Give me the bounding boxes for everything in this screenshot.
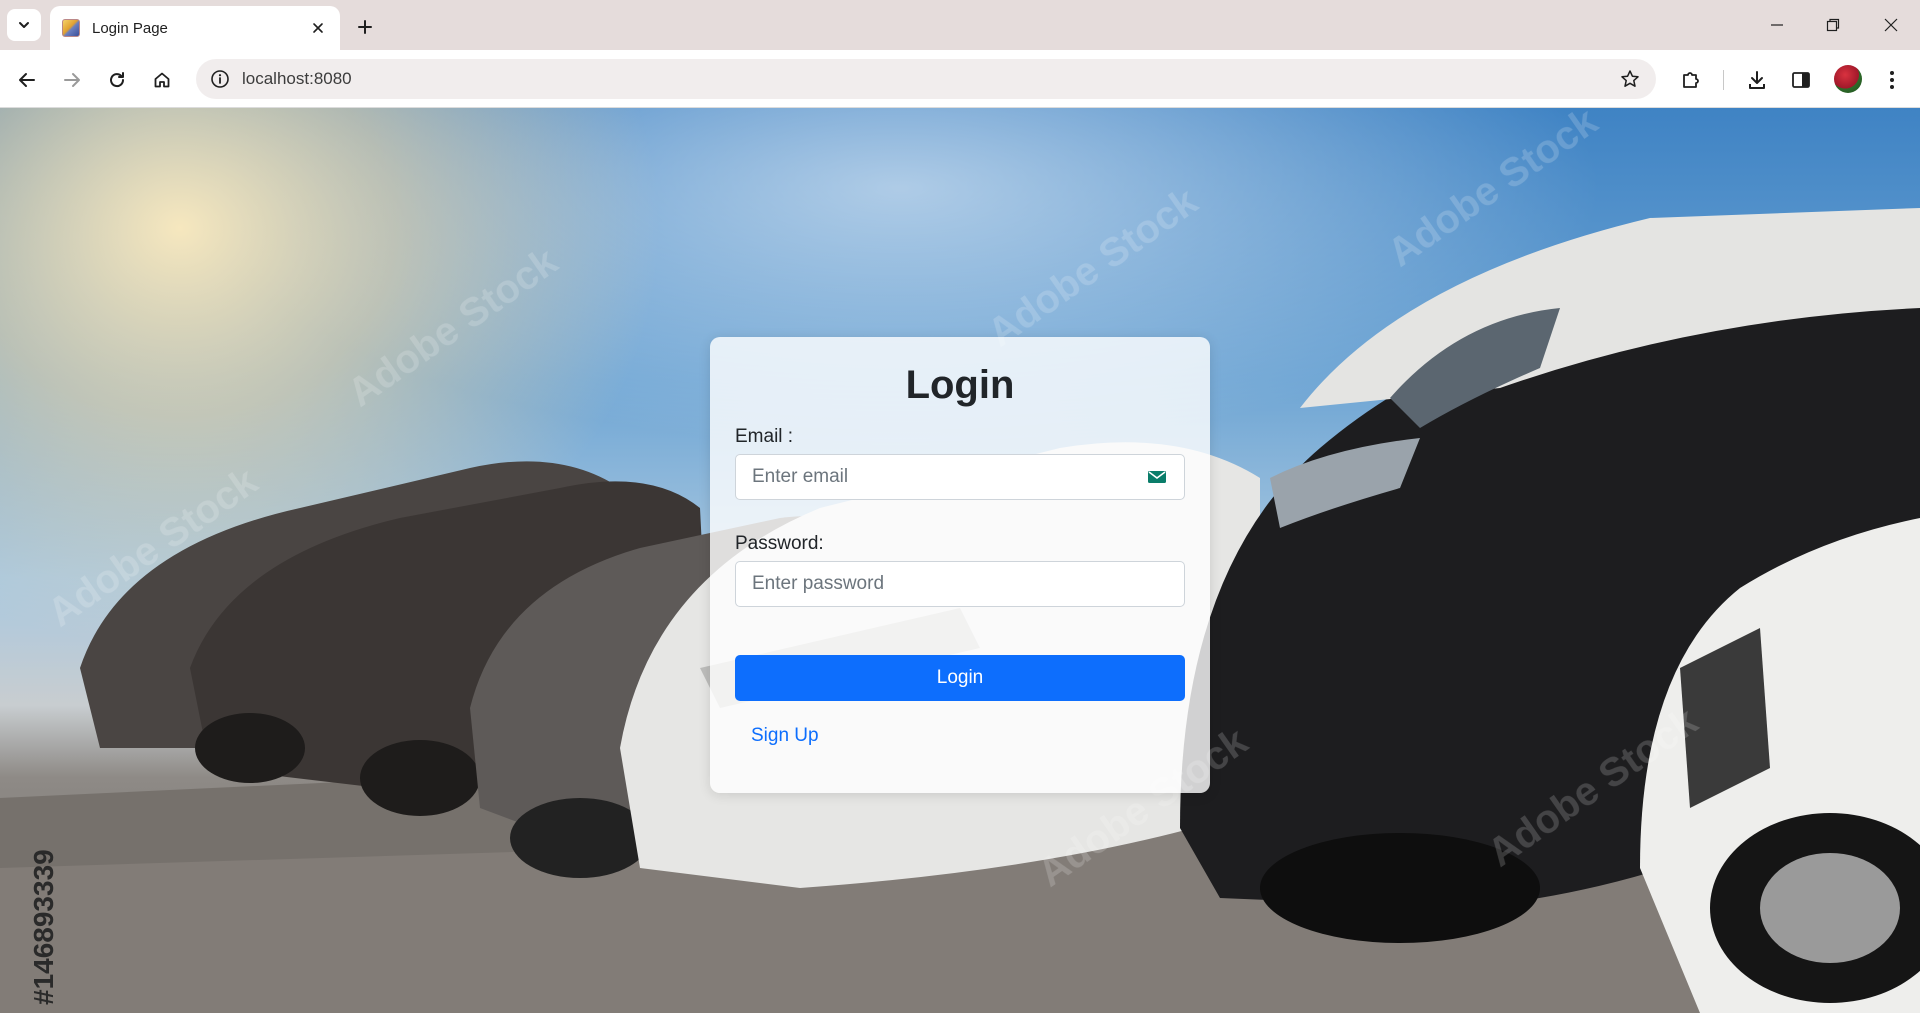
new-tab-button[interactable] bbox=[350, 12, 380, 42]
info-icon bbox=[211, 70, 229, 88]
sign-up-link[interactable]: Sign Up bbox=[751, 725, 819, 747]
login-button[interactable]: Login bbox=[735, 655, 1185, 701]
side-panel-button[interactable] bbox=[1785, 64, 1817, 96]
side-panel-icon bbox=[1792, 72, 1810, 88]
address-bar[interactable]: localhost:8080 bbox=[196, 59, 1656, 99]
close-icon bbox=[313, 23, 323, 33]
password-field[interactable] bbox=[752, 573, 1168, 595]
arrow-right-icon bbox=[64, 73, 80, 87]
profile-avatar[interactable] bbox=[1834, 65, 1862, 93]
tab-search-button[interactable] bbox=[7, 9, 41, 41]
svg-text:Adobe Stock: Adobe Stock bbox=[980, 179, 1206, 356]
autofill-mail-icon[interactable] bbox=[1146, 468, 1168, 486]
kebab-menu-icon bbox=[1890, 71, 1894, 89]
email-field[interactable] bbox=[752, 466, 1146, 488]
password-field-wrapper bbox=[735, 561, 1185, 607]
address-url[interactable]: localhost:8080 bbox=[242, 69, 1610, 89]
plus-icon bbox=[358, 20, 372, 34]
login-title: Login bbox=[905, 363, 1015, 407]
page-background: Adobe Stock Adobe Stock Adobe Stock Adob… bbox=[0, 108, 1920, 1013]
mail-icon bbox=[1148, 471, 1166, 483]
tab-close-button[interactable] bbox=[308, 18, 328, 38]
browser-tab[interactable]: Login Page bbox=[50, 6, 340, 50]
restore-icon bbox=[1826, 18, 1840, 32]
toolbar-divider bbox=[1723, 70, 1724, 90]
back-button[interactable] bbox=[11, 64, 43, 96]
forward-button[interactable] bbox=[56, 64, 88, 96]
home-button[interactable] bbox=[146, 64, 178, 96]
arrow-left-icon bbox=[19, 73, 35, 87]
reload-button[interactable] bbox=[101, 64, 133, 96]
minimize-button[interactable] bbox=[1757, 10, 1797, 40]
close-window-button[interactable] bbox=[1871, 10, 1911, 40]
download-icon bbox=[1749, 71, 1765, 89]
site-info-button[interactable] bbox=[200, 59, 240, 99]
close-icon bbox=[1884, 18, 1898, 32]
tab-title: Login Page bbox=[92, 19, 168, 37]
stock-image-id: #146893339 bbox=[28, 793, 68, 1013]
tab-favicon bbox=[62, 19, 80, 37]
svg-text:Adobe Stock: Adobe Stock bbox=[340, 239, 566, 416]
login-card: Login Email : Password: Login Sign Up bbox=[710, 337, 1210, 793]
puzzle-icon bbox=[1683, 72, 1699, 88]
stock-image-id-text: #146893339 bbox=[28, 849, 59, 1005]
extensions-button[interactable] bbox=[1675, 64, 1707, 96]
restore-button[interactable] bbox=[1813, 10, 1853, 40]
reload-icon bbox=[110, 72, 125, 88]
home-icon bbox=[154, 72, 170, 88]
bookmark-button[interactable] bbox=[1610, 59, 1650, 99]
chevron-down-icon bbox=[19, 22, 29, 28]
password-label: Password: bbox=[735, 533, 824, 554]
email-field-wrapper bbox=[735, 454, 1185, 500]
browser-menu-button[interactable] bbox=[1876, 64, 1908, 96]
minimize-icon bbox=[1771, 24, 1783, 26]
browser-tab-bar: Login Page bbox=[0, 0, 1920, 50]
browser-toolbar: localhost:8080 bbox=[0, 50, 1920, 108]
downloads-button[interactable] bbox=[1741, 64, 1773, 96]
email-label: Email : bbox=[735, 426, 794, 447]
star-icon bbox=[1621, 70, 1639, 87]
